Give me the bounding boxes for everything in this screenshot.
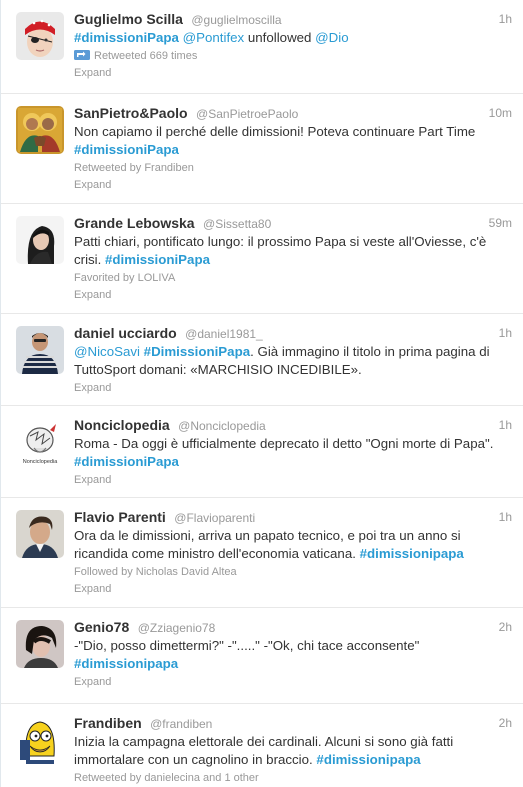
tweet-timestamp[interactable]: 1h (499, 10, 512, 28)
tweet-timestamp[interactable]: 1h (499, 324, 512, 342)
mention-link[interactable]: @Dio (315, 30, 348, 45)
avatar[interactable] (16, 620, 64, 668)
author-name[interactable]: Frandiben (74, 715, 142, 731)
author-username[interactable]: @guglielmoscilla (191, 13, 281, 27)
tweet-item[interactable]: Grande Lebowska @Sissetta80 59m Patti ch… (1, 204, 523, 314)
tweet-item[interactable]: Guglielmo Scilla @guglielmoscilla 1h #di… (1, 0, 523, 94)
expand-link[interactable]: Expand (74, 177, 512, 193)
woman-portrait-avatar (16, 216, 64, 264)
tweet-item[interactable]: SanPietro&Paolo @SanPietroePaolo 10m Non… (1, 94, 523, 204)
tweet-context: Followed by Nicholas David Altea (74, 566, 237, 578)
tweet-timestamp[interactable]: 2h (499, 714, 512, 732)
retweet-icon (74, 50, 90, 60)
icon-saints-avatar (16, 106, 64, 154)
hashtag-link[interactable]: #dimissioniPapa (74, 454, 179, 469)
tweet-item[interactable]: daniel ucciardo @daniel1981_ 1h @NicoSav… (1, 314, 523, 406)
author-username[interactable]: @Nonciclopedia (178, 419, 266, 433)
author-name[interactable]: daniel ucciardo (74, 325, 177, 341)
tweet-text: @NicoSavi #DimissioniPapa. Già immagino … (74, 343, 512, 379)
tweet-text: Ora da le dimissioni, arriva un papato t… (74, 527, 512, 563)
expand-link[interactable]: Expand (74, 65, 512, 81)
hashtag-link[interactable]: #dimissionipapa (74, 656, 178, 671)
tweet-text-segment: -"Dio, posso dimettermi?" -"....." -"Ok,… (74, 638, 420, 653)
avatar[interactable]: Nonciclopedia (16, 418, 64, 466)
retweet-count: Retweeted 669 times (94, 50, 198, 62)
tweet-text: Patti chiari, pontificato lungo: il pros… (74, 233, 512, 269)
avatar[interactable] (16, 12, 64, 60)
hashtag-link[interactable]: #DimissioniPapa (144, 344, 250, 359)
expand-link[interactable]: Expand (74, 674, 512, 690)
expand-link[interactable]: Expand (74, 472, 512, 488)
tweet-item[interactable]: Frandiben @frandiben 2h Inizia la campag… (1, 704, 523, 787)
avatar[interactable] (16, 510, 64, 558)
tweet-text: Roma - Da oggi è ufficialmente deprecato… (74, 435, 512, 471)
tweet-timestamp[interactable]: 1h (499, 416, 512, 434)
expand-link[interactable]: Expand (74, 581, 512, 597)
hashtag-link[interactable]: #dimissioniPapa (74, 30, 179, 45)
author-name[interactable]: SanPietro&Paolo (74, 105, 188, 121)
mention-link[interactable]: @NicoSavi (74, 344, 140, 359)
tweet-timestamp[interactable]: 10m (489, 104, 512, 122)
mention-link[interactable]: @Pontifex (183, 30, 245, 45)
tweet-item[interactable]: Nonciclopedia Nonciclopedia @Noncicloped… (1, 406, 523, 498)
avatar[interactable] (16, 326, 64, 374)
tweet-text-segment: Non capiamo il perché delle dimissioni! … (74, 124, 476, 139)
expand-link[interactable]: Expand (74, 287, 512, 303)
tweet-context: Retweeted 669 times (74, 48, 512, 64)
author-username[interactable]: @Flavioparenti (174, 511, 255, 525)
nonciclopedia-logo-avatar: Nonciclopedia (16, 418, 64, 466)
tweet-timestamp[interactable]: 59m (489, 214, 512, 232)
author-name[interactable]: Flavio Parenti (74, 509, 166, 525)
tweet-timestamp[interactable]: 2h (499, 618, 512, 636)
tweet-item[interactable]: Flavio Parenti @Flavioparenti 1h Ora da … (1, 498, 523, 608)
hashtag-link[interactable]: #dimissionipapa (316, 752, 420, 767)
cartoon-yellow-avatar (16, 716, 64, 764)
tweet-text: Non capiamo il perché delle dimissioni! … (74, 123, 512, 159)
dark-hair-avatar (16, 620, 64, 668)
tweet-context: Favorited by LOLIVA (74, 272, 176, 284)
hashtag-link[interactable]: #dimissioniPapa (105, 252, 210, 267)
author-name[interactable]: Grande Lebowska (74, 215, 195, 231)
author-username[interactable]: @SanPietroePaolo (196, 107, 298, 121)
avatar[interactable] (16, 716, 64, 764)
man-portrait-avatar (16, 510, 64, 558)
hashtag-link[interactable]: #dimissioniPapa (74, 142, 179, 157)
tweet-text: #dimissioniPapa @Pontifex unfollowed @Di… (74, 29, 512, 47)
expand-link[interactable]: Expand (74, 380, 512, 396)
tweet-context: Retweeted by Frandiben (74, 162, 194, 174)
tweet-text: Inizia la campagna elettorale dei cardin… (74, 733, 512, 769)
author-username[interactable]: @Zziagenio78 (138, 621, 216, 635)
tweet-item[interactable]: Genio78 @Zziagenio78 2h -"Dio, posso dim… (1, 608, 523, 704)
avatar[interactable] (16, 216, 64, 264)
logo-text: Nonciclopedia (23, 459, 58, 465)
tweet-text-segment: Roma - Da oggi è ufficialmente deprecato… (74, 436, 494, 451)
striped-shirt-avatar (16, 326, 64, 374)
author-username[interactable]: @daniel1981_ (185, 327, 263, 341)
author-name[interactable]: Guglielmo Scilla (74, 11, 183, 27)
author-name[interactable]: Nonciclopedia (74, 417, 170, 433)
tweet-text: -"Dio, posso dimettermi?" -"....." -"Ok,… (74, 637, 512, 673)
tweet-context: Retweeted by danielecina and 1 other (74, 772, 259, 784)
author-name[interactable]: Genio78 (74, 619, 129, 635)
tweet-text-segment: unfollowed (244, 30, 316, 45)
tweet-timestamp[interactable]: 1h (499, 508, 512, 526)
pirate-bandana-avatar (16, 12, 64, 60)
tweet-timeline: Guglielmo Scilla @guglielmoscilla 1h #di… (0, 0, 523, 787)
author-username[interactable]: @frandiben (150, 717, 212, 731)
author-username[interactable]: @Sissetta80 (203, 217, 271, 231)
hashtag-link[interactable]: #dimissionipapa (360, 546, 464, 561)
avatar[interactable] (16, 106, 64, 154)
